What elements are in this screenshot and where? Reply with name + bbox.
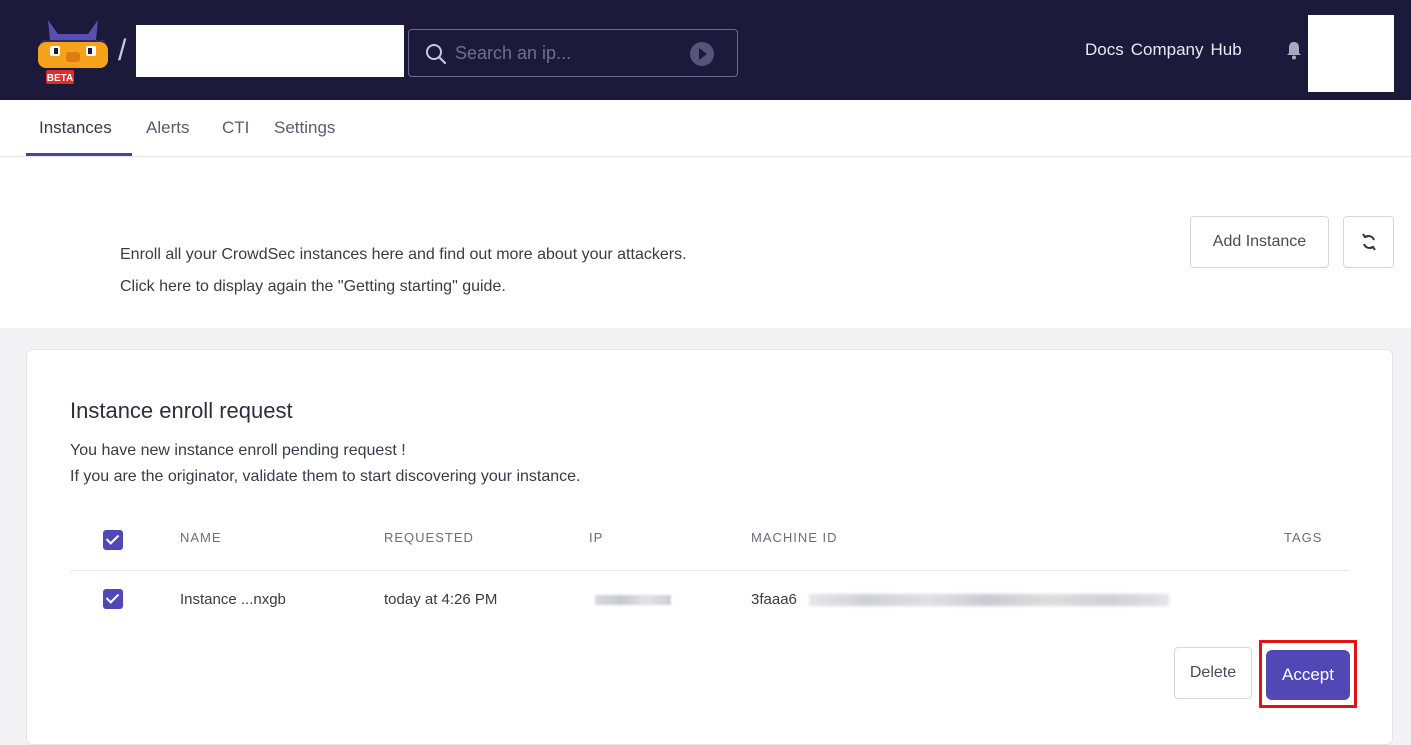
ip-cell-redacted <box>595 595 671 605</box>
requested-cell: today at 4:26 PM <box>384 591 498 608</box>
ip-search-box[interactable] <box>408 29 738 77</box>
search-input[interactable] <box>455 38 675 68</box>
active-tab-indicator <box>26 153 132 156</box>
crowdsec-logo[interactable]: BETA <box>30 12 116 90</box>
machine-id-cell: 3faaa6 <box>751 591 797 608</box>
refresh-icon <box>1361 233 1376 251</box>
column-header-machine-id: MACHINE ID <box>751 530 838 545</box>
enroll-request-card: Instance enroll request You have new ins… <box>26 349 1393 745</box>
validate-instructions-text: If you are the originator, validate them… <box>70 468 581 485</box>
intro-description: Enroll all your CrowdSec instances here … <box>120 246 687 263</box>
nav-link-hub[interactable]: Hub <box>1211 40 1242 60</box>
user-avatar[interactable] <box>1308 15 1394 92</box>
getting-started-guide-link[interactable]: Click here to display again the "Getting… <box>120 278 506 296</box>
card-title: Instance enroll request <box>70 398 293 423</box>
column-header-tags: TAGS <box>1284 530 1323 545</box>
delete-button[interactable]: Delete <box>1174 647 1252 699</box>
pending-request-text: You have new instance enroll pending req… <box>70 442 406 459</box>
logo-beta-badge: BETA <box>47 73 73 84</box>
top-navbar: BETA / Docs Company Hub <box>0 0 1411 100</box>
tab-settings[interactable]: Settings <box>274 118 335 138</box>
instances-intro: Enroll all your CrowdSec instances here … <box>0 158 1411 328</box>
column-header-ip: IP <box>589 530 604 545</box>
header-links: Docs Company Hub <box>1085 40 1242 60</box>
nav-link-docs[interactable]: Docs <box>1085 40 1124 60</box>
breadcrumb-separator: / <box>118 34 127 67</box>
instance-name-cell: Instance ...nxgb <box>180 591 286 608</box>
tab-cti[interactable]: CTI <box>222 118 249 138</box>
machine-id-redacted <box>809 594 1169 606</box>
bell-icon[interactable] <box>1285 40 1303 60</box>
nav-link-company[interactable]: Company <box>1131 40 1204 60</box>
table-divider <box>70 570 1350 571</box>
accept-button[interactable]: Accept <box>1266 650 1350 700</box>
column-header-requested: REQUESTED <box>384 530 474 545</box>
organization-selector[interactable] <box>136 25 404 77</box>
refresh-button[interactable] <box>1343 216 1394 268</box>
add-instance-button[interactable]: Add Instance <box>1190 216 1329 268</box>
search-icon <box>426 44 447 65</box>
column-header-name: NAME <box>180 530 222 545</box>
search-submit-icon[interactable] <box>690 42 714 66</box>
main-tabs: Instances Alerts CTI Settings <box>0 100 1411 157</box>
select-all-checkbox[interactable] <box>103 530 123 550</box>
tab-instances[interactable]: Instances <box>39 118 112 138</box>
tab-alerts[interactable]: Alerts <box>146 118 189 138</box>
row-select-checkbox[interactable] <box>103 589 123 609</box>
